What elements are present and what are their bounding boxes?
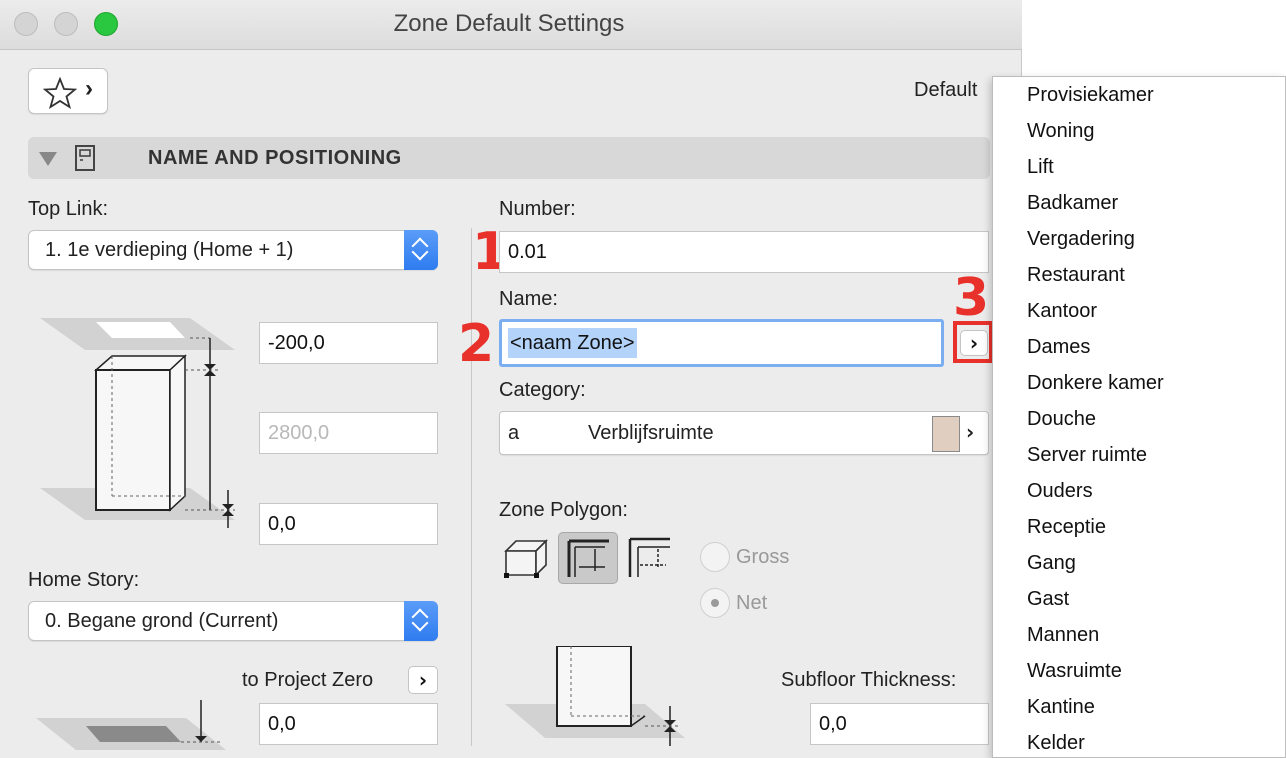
name-input-selection: <naam Zone> — [508, 328, 637, 358]
menu-item[interactable]: Wasruimte — [1027, 660, 1122, 683]
menu-item[interactable]: Gast — [1027, 588, 1069, 611]
menu-item[interactable]: Vergadering — [1027, 228, 1135, 251]
menu-item[interactable]: Douche — [1027, 408, 1096, 431]
menu-item[interactable]: Kantine — [1027, 696, 1095, 719]
category-color-swatch — [932, 416, 960, 452]
section-header-name-positioning[interactable]: NAME AND POSITIONING — [28, 137, 990, 179]
to-project-zero-button[interactable]: › — [408, 666, 438, 694]
height-input: 2800,0 — [259, 412, 438, 454]
stepper-icon — [404, 601, 438, 641]
menu-item[interactable]: Ouders — [1027, 480, 1093, 503]
menu-item[interactable]: Woning — [1027, 120, 1094, 143]
menu-item[interactable]: Server ruimte — [1027, 444, 1147, 467]
menu-item[interactable]: Lift — [1027, 156, 1054, 179]
project-zero-input[interactable]: 0,0 — [259, 703, 438, 745]
disclosure-triangle-icon — [39, 152, 57, 166]
annotation-3-highlight — [953, 321, 993, 363]
net-polygon-icon[interactable] — [626, 535, 674, 581]
gross-polygon-icon — [567, 539, 609, 577]
annotation-3: 3 — [953, 268, 990, 328]
menu-item[interactable]: Mannen — [1027, 624, 1099, 647]
bottom-offset-input[interactable]: 0,0 — [259, 503, 438, 545]
gross-radio[interactable] — [700, 542, 730, 572]
chevron-right-icon: › — [85, 75, 93, 102]
subfloor-thickness-input[interactable]: 0,0 — [810, 703, 989, 745]
star-icon — [43, 77, 77, 109]
home-story-label: Home Story: — [28, 569, 140, 591]
zone-3d-icon[interactable] — [502, 535, 552, 583]
home-story-select[interactable]: 0. Begane grond (Current) — [28, 601, 438, 641]
menu-item[interactable]: Kantoor — [1027, 300, 1097, 323]
net-label: Net — [736, 592, 768, 614]
category-code: a — [508, 422, 520, 444]
top-link-label: Top Link: — [28, 198, 109, 220]
category-label: Category: — [499, 379, 586, 401]
menu-item[interactable]: Receptie — [1027, 516, 1106, 539]
menu-item[interactable]: Dames — [1027, 336, 1090, 359]
gross-polygon-button[interactable] — [558, 532, 618, 584]
favorites-button[interactable]: › — [28, 68, 108, 114]
default-label: Default — [914, 79, 978, 101]
number-input[interactable]: 0.01 — [499, 231, 989, 273]
menu-item[interactable]: Provisiekamer — [1027, 84, 1154, 107]
top-link-select[interactable]: 1. 1e verdieping (Home + 1) — [28, 230, 438, 270]
subfloor-diagram — [505, 646, 685, 746]
chevron-right-icon: › — [966, 420, 975, 444]
stepper-icon — [404, 230, 438, 270]
gross-label: Gross — [736, 546, 790, 568]
number-label: Number: — [499, 198, 576, 220]
title-bar: Zone Default Settings — [0, 0, 1022, 50]
home-story-value: 0. Begane grond (Current) — [45, 610, 279, 632]
project-zero-diagram — [36, 700, 226, 750]
subfloor-thickness-label: Subfloor Thickness: — [781, 669, 957, 691]
menu-item[interactable]: Donkere kamer — [1027, 372, 1164, 395]
menu-item[interactable]: Badkamer — [1027, 192, 1118, 215]
menu-item[interactable]: Restaurant — [1027, 264, 1125, 287]
window-title: Zone Default Settings — [393, 10, 625, 37]
zone-name-dropdown: Provisiekamer Woning Lift Badkamer Verga… — [992, 76, 1286, 758]
menu-item[interactable]: Gang — [1027, 552, 1076, 575]
annotation-2: 2 — [458, 314, 495, 374]
section-title: NAME AND POSITIONING — [148, 147, 402, 169]
net-radio[interactable] — [700, 588, 730, 618]
top-offset-input[interactable]: -200,0 — [259, 322, 438, 364]
to-project-zero-label: to Project Zero — [242, 669, 374, 691]
zone-polygon-label: Zone Polygon: — [499, 499, 628, 521]
name-input[interactable]: <naam Zone> — [499, 319, 944, 367]
name-label: Name: — [499, 288, 558, 310]
category-name: Verblijfsruimte — [588, 422, 714, 444]
zone-stamp-icon — [75, 145, 95, 171]
column-divider — [471, 228, 472, 746]
zone-settings-window: Zone Default Settings › Default NAME AND… — [0, 0, 1022, 758]
zone-height-diagram — [40, 318, 235, 528]
menu-item[interactable]: Kelder — [1027, 732, 1085, 755]
top-link-value: 1. 1e verdieping (Home + 1) — [45, 239, 294, 261]
category-selector[interactable]: a Verblijfsruimte › — [499, 411, 989, 455]
